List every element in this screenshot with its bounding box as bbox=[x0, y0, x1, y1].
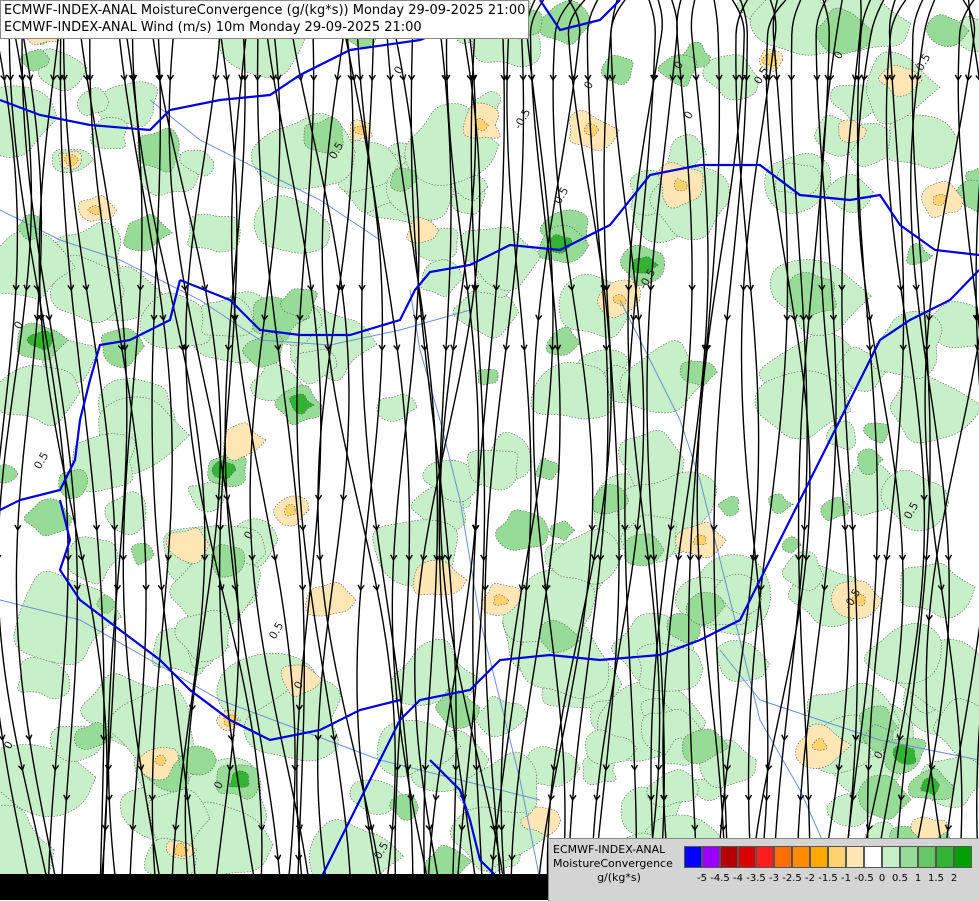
legend-tick-label: 1 bbox=[914, 873, 922, 884]
contour-label: -0.5 bbox=[511, 106, 533, 131]
convergence-patch bbox=[130, 542, 154, 566]
legend-swatch bbox=[918, 846, 936, 868]
convergence-patch bbox=[826, 420, 856, 450]
legend-ticks: -5 -4.5 -4 -3.5 -3 -2.5 -2 -1.5 -1 -0.5 0 0.5 1 1.5 2 bbox=[689, 873, 979, 887]
legend-unit: g/(kg*s) bbox=[597, 871, 641, 884]
convergence-patch bbox=[475, 695, 529, 738]
legend-tick-label: 0.5 bbox=[892, 873, 908, 884]
convergence-patch bbox=[889, 368, 979, 444]
legend-swatch bbox=[774, 846, 792, 868]
convergence-patch bbox=[825, 174, 874, 213]
convergence-patch bbox=[702, 54, 759, 101]
legend-swatch bbox=[684, 846, 702, 868]
legend-tick-label: -5 bbox=[697, 873, 707, 884]
convergence-patch bbox=[601, 54, 634, 86]
legend-tick-label: -0.5 bbox=[854, 873, 874, 884]
moisture-title: ECMWF-INDEX-ANAL MoistureConvergence (g/… bbox=[4, 3, 526, 18]
convergence-patch bbox=[820, 496, 850, 522]
legend-tick-label: -1.5 bbox=[818, 873, 838, 884]
legend-swatch bbox=[846, 846, 864, 868]
legend-swatch bbox=[882, 846, 900, 868]
legend-tick-label: -1 bbox=[841, 873, 851, 884]
legend-tick-label: -4 bbox=[733, 873, 743, 884]
legend-swatch bbox=[900, 846, 918, 868]
contour-label: 0 bbox=[391, 64, 406, 77]
moisture-convergence-field bbox=[0, 0, 979, 900]
legend-swatch bbox=[810, 846, 828, 868]
convergence-patch bbox=[535, 457, 560, 481]
streamline-arrow bbox=[0, 554, 2, 558]
legend-tick-label: -2 bbox=[805, 873, 815, 884]
map-title-box: ECMWF-INDEX-ANAL MoistureConvergence (g/… bbox=[0, 0, 530, 39]
color-legend: ECMWF-INDEX-ANAL MoistureConvergence g/(… bbox=[548, 838, 979, 901]
convergence-patch bbox=[717, 496, 740, 517]
convergence-patch bbox=[530, 362, 613, 420]
legend-tick-label: -3 bbox=[769, 873, 779, 884]
legend-swatches bbox=[684, 846, 972, 868]
legend-swatch bbox=[756, 846, 774, 868]
legend-tick-label: 2 bbox=[950, 873, 958, 884]
legend-swatch bbox=[954, 846, 972, 868]
legend-swatch bbox=[792, 846, 810, 868]
legend-tick-label: -3.5 bbox=[746, 873, 766, 884]
map-canvas: 00.5-0.50.50 0.50 -0.500.500.50-0.500.50-0… bbox=[0, 0, 979, 900]
legend-swatch bbox=[738, 846, 756, 868]
wind-title: ECMWF-INDEX-ANAL Wind (m/s) 10m Monday 2… bbox=[4, 20, 422, 35]
legend-variable: MoistureConvergence bbox=[553, 857, 673, 870]
convergence-patch bbox=[545, 326, 582, 356]
legend-model: ECMWF-INDEX-ANAL bbox=[553, 843, 666, 856]
divergence-patch bbox=[284, 504, 297, 517]
contour-label: 0.5 bbox=[266, 620, 286, 642]
contour-label: 0.5 bbox=[31, 450, 51, 472]
legend-swatch bbox=[702, 846, 720, 868]
convergence-patch bbox=[420, 259, 464, 297]
legend-swatch bbox=[720, 846, 738, 868]
contour-label: 0 bbox=[681, 109, 696, 122]
legend-title: ECMWF-INDEX-ANAL MoistureConvergence g/(… bbox=[553, 843, 685, 885]
legend-tick-label: -2.5 bbox=[782, 873, 802, 884]
legend-swatch bbox=[828, 846, 846, 868]
convergence-patch bbox=[376, 394, 418, 422]
convergence-patch bbox=[657, 54, 697, 87]
legend-tick-label: -4.5 bbox=[710, 873, 730, 884]
divergence-patch bbox=[223, 422, 267, 461]
convergence-patch bbox=[390, 638, 480, 706]
legend-tick-label: 1.5 bbox=[928, 873, 944, 884]
convergence-patch bbox=[774, 162, 822, 197]
convergence-patch bbox=[900, 562, 976, 619]
legend-tick-label: 0 bbox=[878, 873, 886, 884]
convergence-patch bbox=[646, 769, 700, 808]
contour-label: -0.5 bbox=[911, 51, 933, 76]
legend-swatch bbox=[864, 846, 882, 868]
convergence-patch bbox=[67, 536, 119, 585]
legend-swatch bbox=[936, 846, 954, 868]
